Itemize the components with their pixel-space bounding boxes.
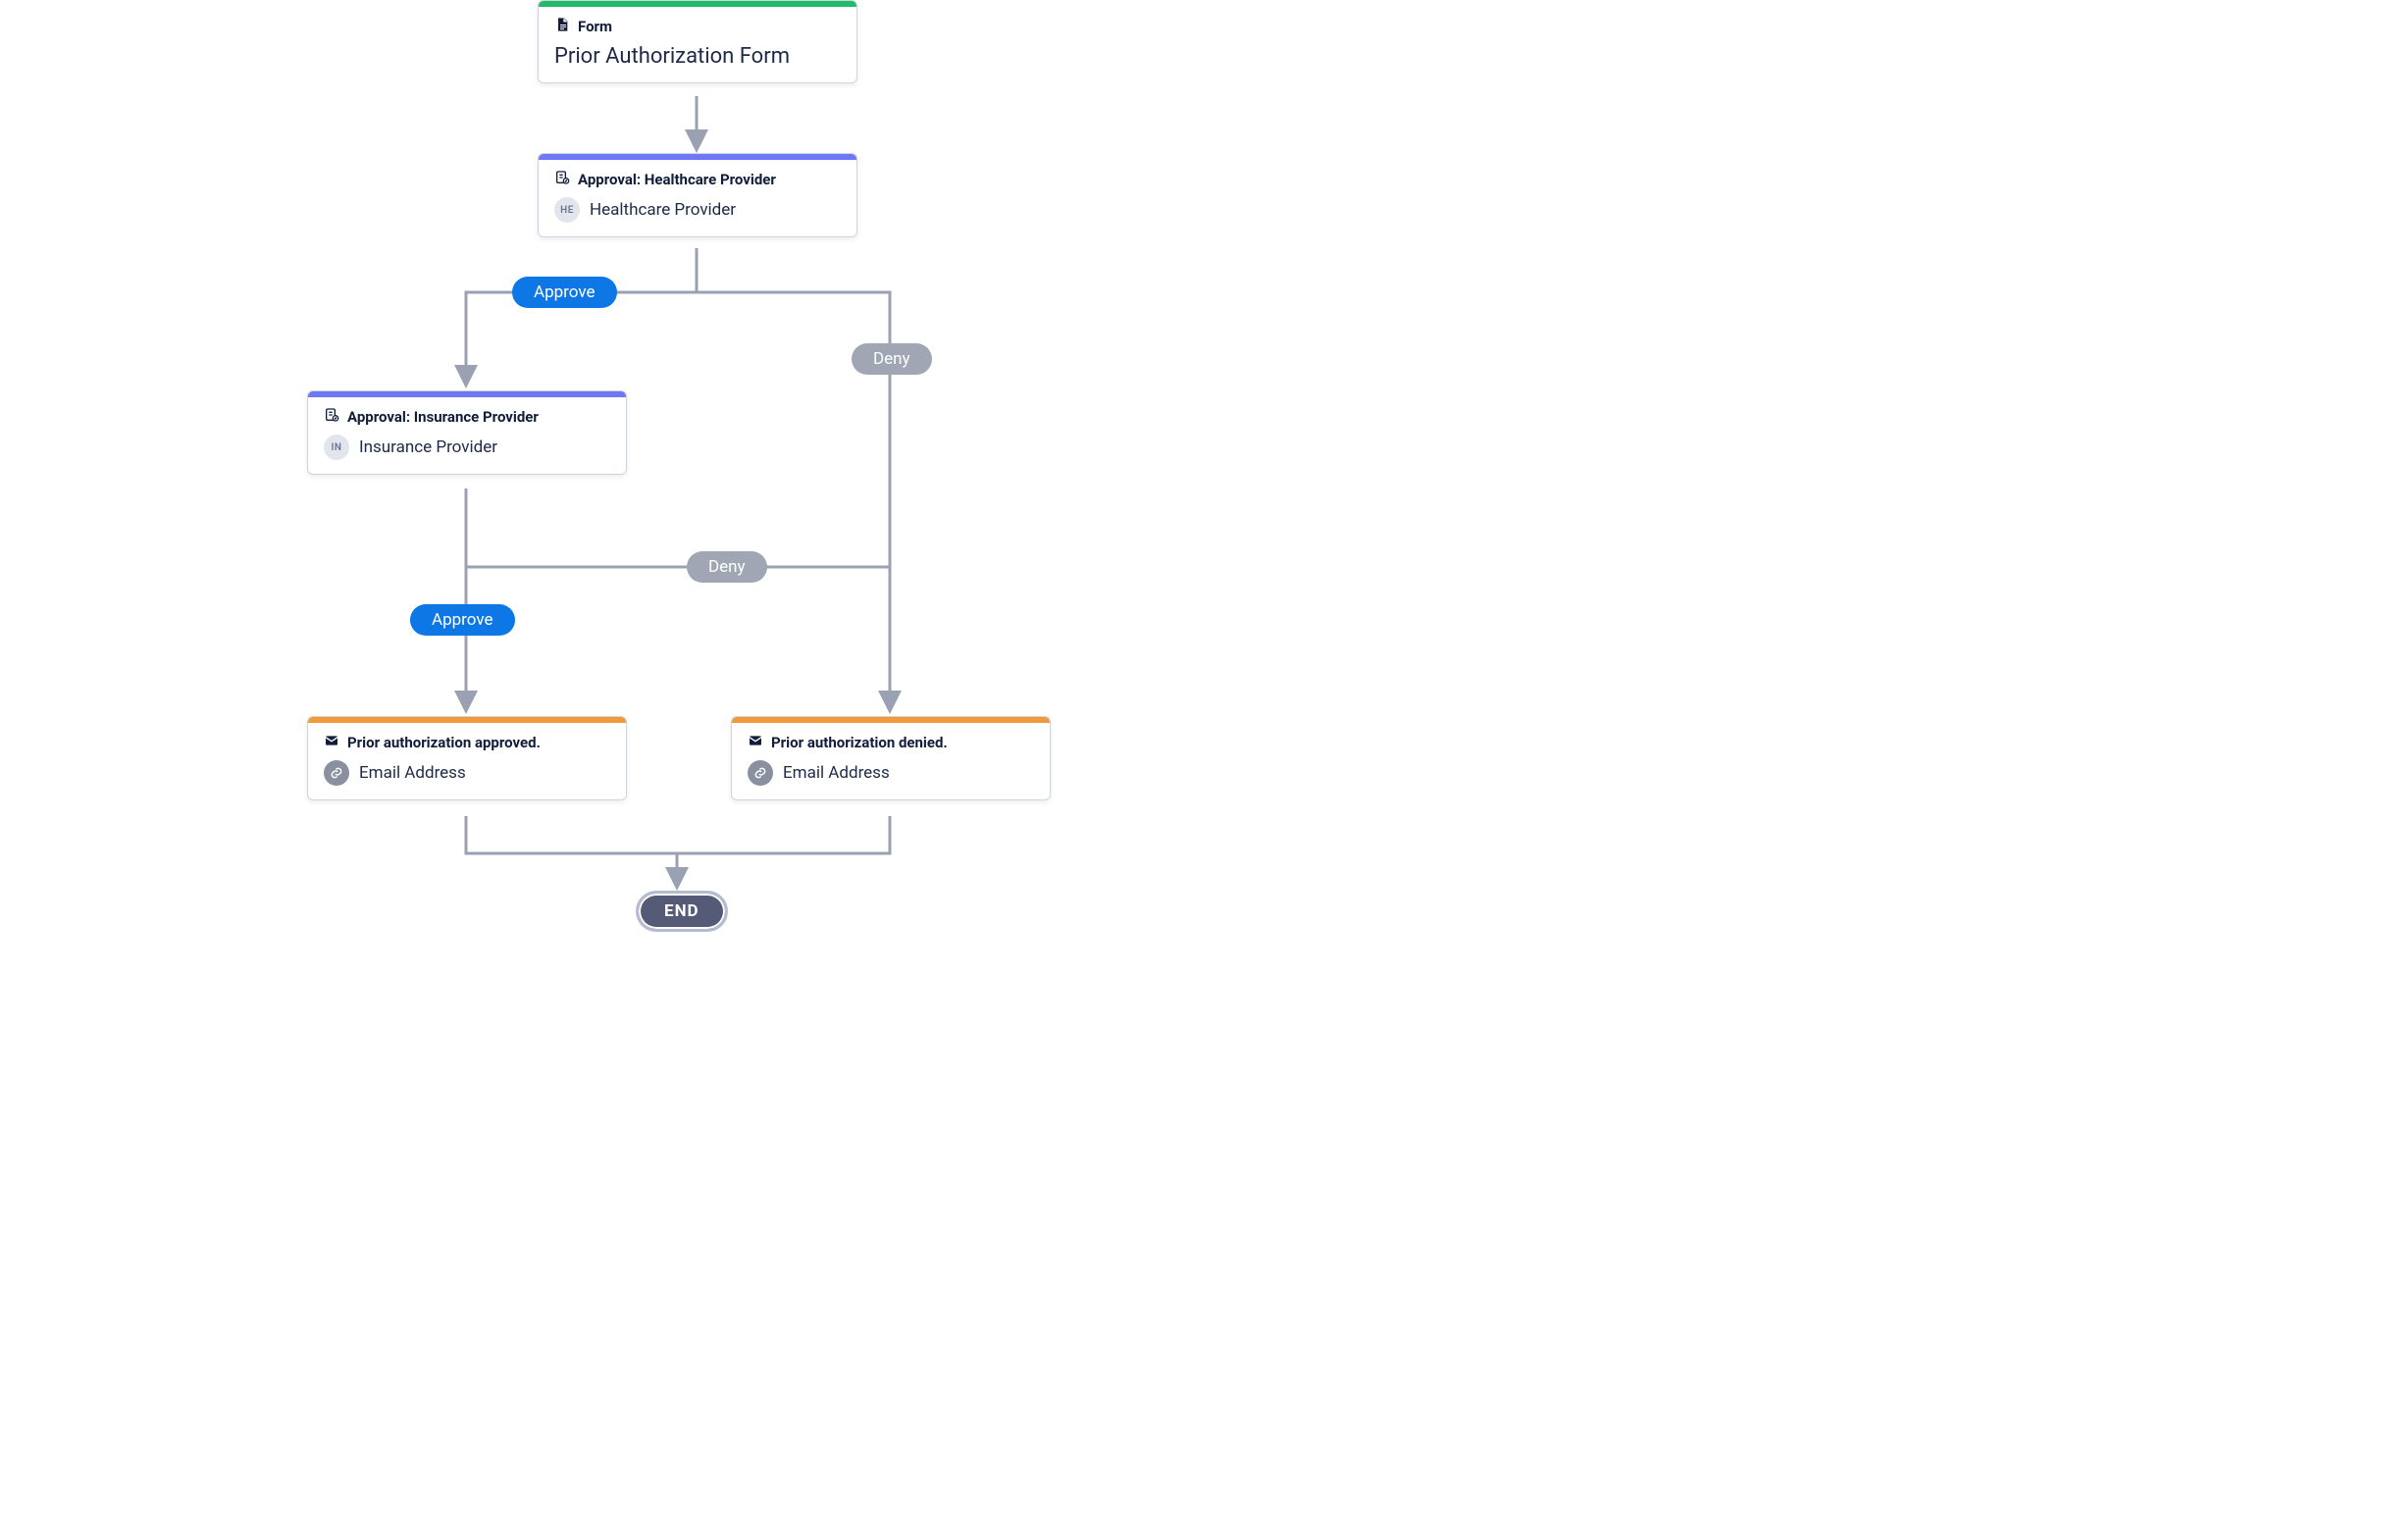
recipient: Email Address: [783, 763, 890, 783]
end-label: END: [664, 901, 700, 921]
approval-icon: [324, 407, 339, 427]
node-email-denied[interactable]: Prior authorization denied. Email Addres…: [731, 716, 1051, 800]
node-approval-healthcare[interactable]: Approval: Healthcare Provider HE Healthc…: [538, 153, 857, 237]
assignee-avatar: IN: [324, 435, 349, 460]
link-icon: [748, 760, 773, 786]
node-header: Prior authorization approved.: [347, 734, 541, 751]
connectors-layer: [0, 0, 1430, 924]
node-header: Approval: Healthcare Provider: [578, 171, 776, 188]
document-icon: [554, 17, 570, 36]
edge-label-deny-healthcare: Deny: [852, 343, 932, 375]
node-type-label: Form: [578, 18, 612, 35]
link-icon: [324, 760, 349, 786]
assignee-name: Insurance Provider: [359, 437, 497, 457]
node-approval-insurance[interactable]: Approval: Insurance Provider IN Insuranc…: [307, 390, 627, 475]
edge-label-approve-insurance: Approve: [410, 604, 515, 636]
assignee-name: Healthcare Provider: [590, 200, 736, 220]
node-email-approved[interactable]: Prior authorization approved. Email Addr…: [307, 716, 627, 800]
node-end[interactable]: END: [636, 891, 728, 932]
node-header: Prior authorization denied.: [771, 734, 948, 751]
mail-icon: [748, 733, 763, 752]
edge-label-deny-insurance: Deny: [687, 551, 767, 583]
workflow-canvas: Form Prior Authorization Form Approval: …: [0, 0, 1430, 924]
recipient: Email Address: [359, 763, 466, 783]
approval-icon: [554, 170, 570, 189]
node-header: Approval: Insurance Provider: [347, 408, 539, 426]
mail-icon: [324, 733, 339, 752]
form-title: Prior Authorization Form: [554, 44, 841, 69]
assignee-avatar: HE: [554, 197, 580, 223]
edge-label-approve-healthcare: Approve: [512, 277, 617, 308]
node-form[interactable]: Form Prior Authorization Form: [538, 0, 857, 83]
